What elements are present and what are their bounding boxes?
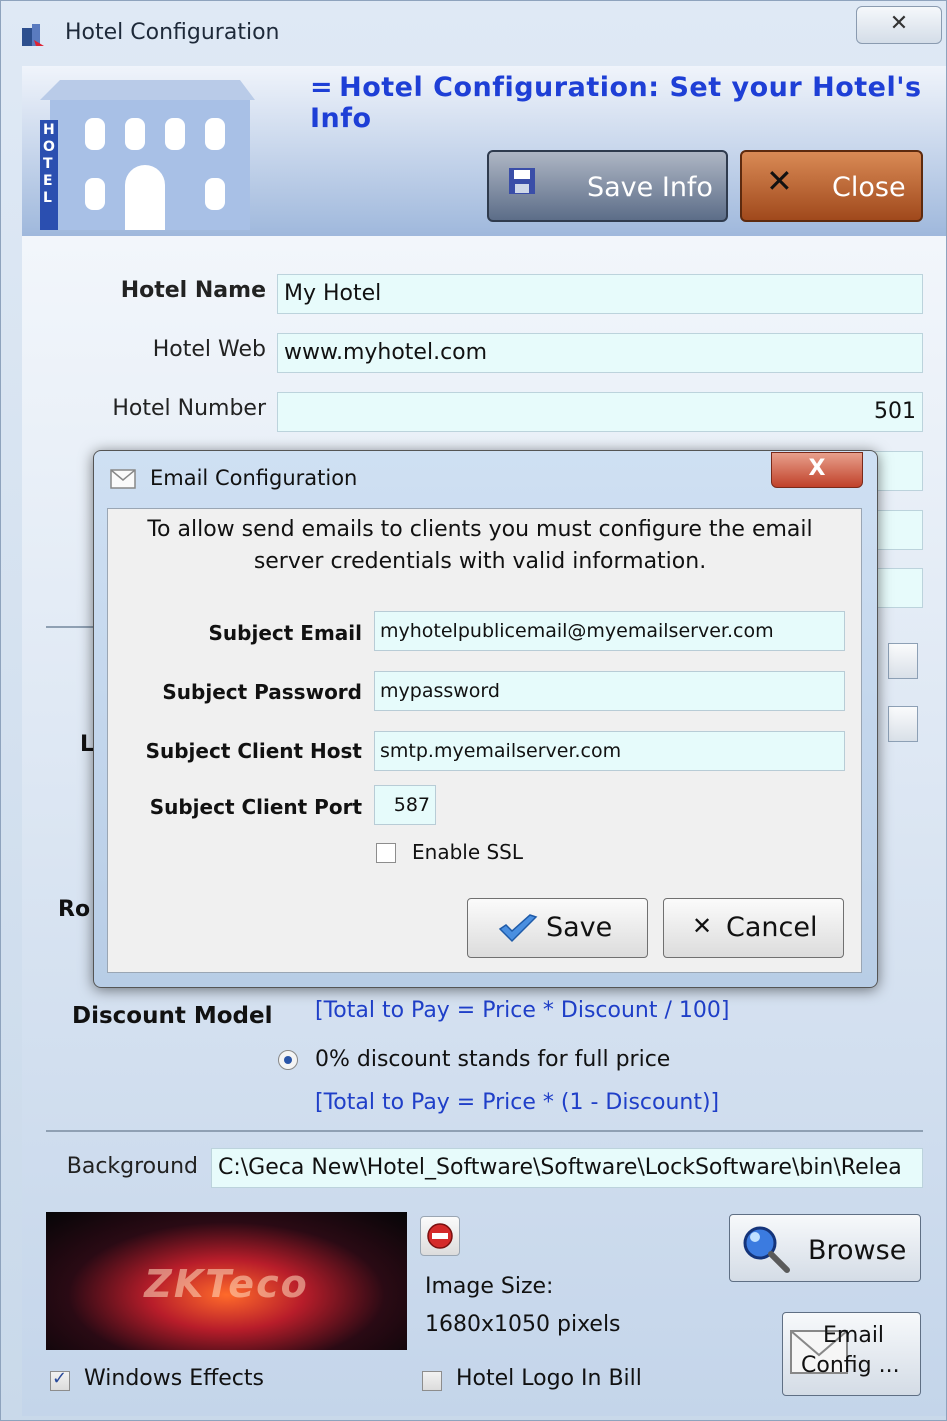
enable-ssl-checkbox[interactable]	[376, 843, 396, 863]
subject-host-label: Subject Client Host	[145, 739, 362, 763]
email-cancel-button[interactable]: ✕ Cancel	[663, 898, 844, 958]
checkmark-icon: ✓	[52, 1368, 68, 1389]
windows-effects-checkbox[interactable]: ✓	[50, 1368, 70, 1391]
spin-control-1[interactable]	[888, 643, 918, 679]
background-logo-text: ZKTeco	[144, 1262, 309, 1306]
hotel-building-icon	[40, 80, 260, 230]
enable-ssl-label: Enable SSL	[412, 840, 524, 864]
hotel-number-label: Hotel Number	[112, 396, 266, 421]
save-info-label: Save Info	[587, 172, 713, 203]
remove-background-button[interactable]	[420, 1216, 460, 1256]
browse-label: Browse	[808, 1235, 907, 1266]
close-label: Close	[832, 172, 906, 203]
email-dialog-title: Email Configuration	[150, 466, 358, 490]
hotel-app-icon	[20, 22, 46, 48]
subject-host-input[interactable]: smtp.myemailserver.com	[374, 731, 845, 771]
close-x-icon: ✕	[766, 162, 793, 200]
background-preview-image: ZKTeco	[46, 1212, 407, 1350]
email-save-button[interactable]: Save	[467, 898, 648, 958]
magnifier-icon	[743, 1226, 790, 1273]
email-cancel-label: Cancel	[726, 912, 818, 943]
email-dialog-message: To allow send emails to clients you must…	[147, 517, 813, 574]
save-info-button[interactable]: Save Info	[487, 150, 728, 222]
subject-port-label: Subject Client Port	[149, 795, 362, 819]
hotel-web-input[interactable]: www.myhotel.com	[277, 333, 923, 373]
hotel-number-input[interactable]: 501	[277, 392, 923, 432]
background-label: Background	[66, 1154, 198, 1179]
background-path-input[interactable]: C:\Geca New\Hotel_Software\Software\Lock…	[211, 1148, 923, 1188]
subject-password-input[interactable]: mypassword	[374, 671, 845, 711]
hotel-name-label: Hotel Name	[120, 278, 266, 303]
subject-email-label: Subject Email	[208, 621, 362, 645]
hotel-sign: HOTEL	[43, 122, 55, 206]
browse-button[interactable]: Browse	[729, 1214, 921, 1282]
close-icon: X	[808, 456, 826, 481]
close-icon: ✕	[889, 11, 909, 36]
window-title: Hotel Configuration	[65, 20, 280, 45]
close-button[interactable]: ✕ Close	[740, 150, 923, 222]
floppy-disk-icon	[507, 166, 537, 203]
email-config-label-1: Email	[823, 1323, 885, 1348]
discount-formula-2: [Total to Pay = Price * (1 - Discount)]	[315, 1090, 720, 1115]
envelope-icon	[110, 468, 136, 494]
hotel-web-label: Hotel Web	[152, 337, 266, 362]
remove-icon	[427, 1223, 453, 1249]
partial-label-ro: Ro	[58, 897, 91, 922]
partial-label-l: L	[80, 732, 95, 757]
checkmark-icon	[498, 914, 538, 943]
discount-option-2-radio[interactable]	[278, 1050, 298, 1070]
email-config-button[interactable]: Email Config ...	[782, 1312, 921, 1396]
email-save-label: Save	[546, 912, 613, 943]
image-size-value: 1680x1050 pixels	[425, 1312, 621, 1337]
hotel-logo-checkbox[interactable]	[422, 1371, 442, 1391]
windows-effects-label: Windows Effects	[84, 1366, 264, 1391]
cancel-x-icon: ✕	[692, 912, 713, 940]
email-config-label-2: Config ...	[801, 1353, 900, 1378]
discount-model-label: Discount Model	[72, 1003, 273, 1029]
divider	[46, 1130, 923, 1132]
discount-formula-1: [Total to Pay = Price * Discount / 100]	[315, 998, 730, 1023]
subject-port-input[interactable]: 587	[374, 785, 436, 825]
header-title: Hotel Configuration: Set your Hotel's In…	[310, 72, 947, 134]
window-close-button[interactable]: ✕	[856, 6, 942, 44]
hotel-logo-label: Hotel Logo In Bill	[456, 1366, 642, 1391]
email-dialog-close-button[interactable]: X	[771, 452, 863, 488]
spin-control-2[interactable]	[888, 706, 918, 742]
subject-email-input[interactable]: myhotelpublicemail@myemailserver.com	[374, 611, 845, 651]
image-size-label: Image Size:	[425, 1274, 554, 1299]
hotel-name-input[interactable]: My Hotel	[277, 274, 923, 314]
subject-password-label: Subject Password	[162, 680, 362, 704]
divider	[46, 626, 96, 628]
discount-option-2-label: 0% discount stands for full price	[315, 1047, 671, 1072]
